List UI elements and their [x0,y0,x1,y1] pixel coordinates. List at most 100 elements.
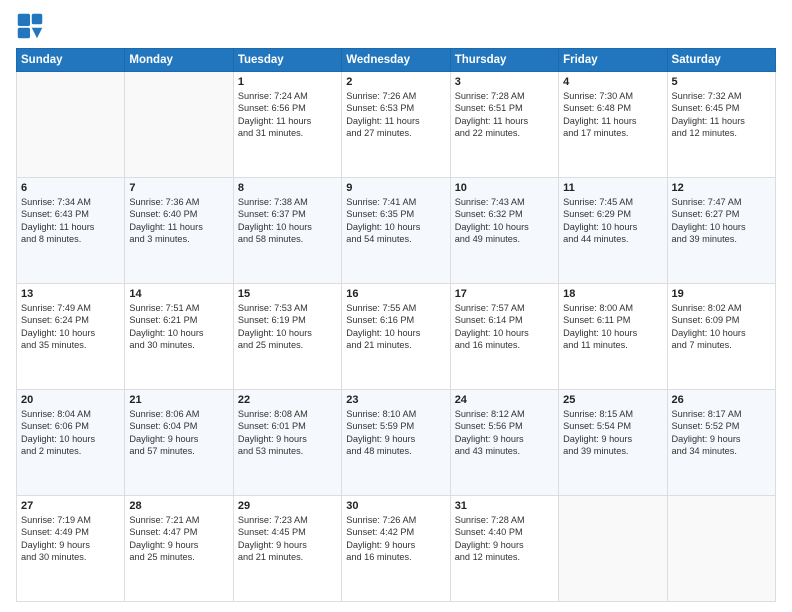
cell-line: Daylight: 10 hours [21,433,120,445]
cell-line: Sunset: 6:43 PM [21,208,120,220]
cell-line: Sunset: 6:37 PM [238,208,337,220]
cell-line: Daylight: 10 hours [563,221,662,233]
calendar-week-row: 27Sunrise: 7:19 AMSunset: 4:49 PMDayligh… [17,496,776,602]
calendar-cell: 4Sunrise: 7:30 AMSunset: 6:48 PMDaylight… [559,72,667,178]
cell-line: Sunset: 6:24 PM [21,314,120,326]
day-number: 16 [346,288,445,300]
cell-line: Sunrise: 8:04 AM [21,408,120,420]
day-number: 5 [672,76,771,88]
cell-line: Sunset: 6:45 PM [672,102,771,114]
cell-line: Sunset: 6:16 PM [346,314,445,326]
cell-line: Sunset: 5:52 PM [672,420,771,432]
calendar-cell: 30Sunrise: 7:26 AMSunset: 4:42 PMDayligh… [342,496,450,602]
cell-line: Sunrise: 8:17 AM [672,408,771,420]
cell-line: Sunrise: 8:15 AM [563,408,662,420]
calendar-body: 1Sunrise: 7:24 AMSunset: 6:56 PMDaylight… [17,72,776,602]
cell-line: Daylight: 10 hours [455,221,554,233]
cell-line: and 25 minutes. [129,551,228,563]
cell-line: Sunset: 6:27 PM [672,208,771,220]
cell-line: Sunrise: 8:08 AM [238,408,337,420]
cell-line: Sunset: 4:40 PM [455,526,554,538]
cell-line: and 48 minutes. [346,445,445,457]
day-number: 30 [346,500,445,512]
cell-line: Daylight: 9 hours [238,539,337,551]
cell-line: and 16 minutes. [346,551,445,563]
day-number: 6 [21,182,120,194]
cell-line: Daylight: 9 hours [346,539,445,551]
cell-line: and 30 minutes. [21,551,120,563]
cell-line: Daylight: 10 hours [672,327,771,339]
logo [16,12,48,40]
calendar-cell [667,496,775,602]
day-number: 11 [563,182,662,194]
calendar-week-row: 20Sunrise: 8:04 AMSunset: 6:06 PMDayligh… [17,390,776,496]
day-number: 26 [672,394,771,406]
cell-line: Daylight: 11 hours [672,115,771,127]
cell-line: and 16 minutes. [455,339,554,351]
cell-line: Sunrise: 7:26 AM [346,514,445,526]
day-number: 19 [672,288,771,300]
cell-line: and 31 minutes. [238,127,337,139]
cell-line: Daylight: 10 hours [346,327,445,339]
cell-line: and 53 minutes. [238,445,337,457]
calendar-cell: 3Sunrise: 7:28 AMSunset: 6:51 PMDaylight… [450,72,558,178]
cell-line: Sunrise: 8:10 AM [346,408,445,420]
days-of-week-row: SundayMondayTuesdayWednesdayThursdayFrid… [17,49,776,72]
cell-line: Sunset: 6:11 PM [563,314,662,326]
dow-header: Monday [125,49,233,72]
day-number: 13 [21,288,120,300]
cell-line: and 35 minutes. [21,339,120,351]
calendar-cell: 29Sunrise: 7:23 AMSunset: 4:45 PMDayligh… [233,496,341,602]
day-number: 17 [455,288,554,300]
day-number: 1 [238,76,337,88]
cell-line: Sunset: 6:40 PM [129,208,228,220]
cell-line: Sunrise: 7:23 AM [238,514,337,526]
cell-line: Sunrise: 7:19 AM [21,514,120,526]
calendar-cell: 2Sunrise: 7:26 AMSunset: 6:53 PMDaylight… [342,72,450,178]
day-number: 8 [238,182,337,194]
calendar-cell: 15Sunrise: 7:53 AMSunset: 6:19 PMDayligh… [233,284,341,390]
cell-line: Sunrise: 8:02 AM [672,302,771,314]
calendar-cell: 14Sunrise: 7:51 AMSunset: 6:21 PMDayligh… [125,284,233,390]
cell-line: Sunrise: 7:26 AM [346,90,445,102]
cell-line: Sunrise: 7:32 AM [672,90,771,102]
calendar-week-row: 6Sunrise: 7:34 AMSunset: 6:43 PMDaylight… [17,178,776,284]
cell-line: and 39 minutes. [672,233,771,245]
cell-line: Daylight: 10 hours [129,327,228,339]
dow-header: Saturday [667,49,775,72]
cell-line: Sunrise: 7:57 AM [455,302,554,314]
day-number: 12 [672,182,771,194]
day-number: 22 [238,394,337,406]
cell-line: Daylight: 11 hours [21,221,120,233]
cell-line: and 3 minutes. [129,233,228,245]
cell-line: Sunset: 6:14 PM [455,314,554,326]
cell-line: and 44 minutes. [563,233,662,245]
cell-line: and 58 minutes. [238,233,337,245]
calendar-cell: 24Sunrise: 8:12 AMSunset: 5:56 PMDayligh… [450,390,558,496]
page-header [16,12,776,40]
cell-line: Sunset: 5:56 PM [455,420,554,432]
day-number: 21 [129,394,228,406]
cell-line: and 2 minutes. [21,445,120,457]
cell-line: Sunset: 6:06 PM [21,420,120,432]
cell-line: Daylight: 11 hours [563,115,662,127]
cell-line: Sunset: 6:35 PM [346,208,445,220]
dow-header: Tuesday [233,49,341,72]
cell-line: Daylight: 10 hours [455,327,554,339]
calendar-cell: 28Sunrise: 7:21 AMSunset: 4:47 PMDayligh… [125,496,233,602]
calendar-cell: 10Sunrise: 7:43 AMSunset: 6:32 PMDayligh… [450,178,558,284]
logo-icon [16,12,44,40]
calendar-cell: 20Sunrise: 8:04 AMSunset: 6:06 PMDayligh… [17,390,125,496]
day-number: 14 [129,288,228,300]
dow-header: Thursday [450,49,558,72]
calendar-cell: 21Sunrise: 8:06 AMSunset: 6:04 PMDayligh… [125,390,233,496]
cell-line: and 12 minutes. [455,551,554,563]
cell-line: Daylight: 9 hours [129,539,228,551]
cell-line: Sunset: 6:56 PM [238,102,337,114]
cell-line: Sunrise: 7:28 AM [455,514,554,526]
calendar-cell: 13Sunrise: 7:49 AMSunset: 6:24 PMDayligh… [17,284,125,390]
cell-line: Sunrise: 8:12 AM [455,408,554,420]
cell-line: and 22 minutes. [455,127,554,139]
calendar-cell: 19Sunrise: 8:02 AMSunset: 6:09 PMDayligh… [667,284,775,390]
cell-line: Sunset: 6:04 PM [129,420,228,432]
